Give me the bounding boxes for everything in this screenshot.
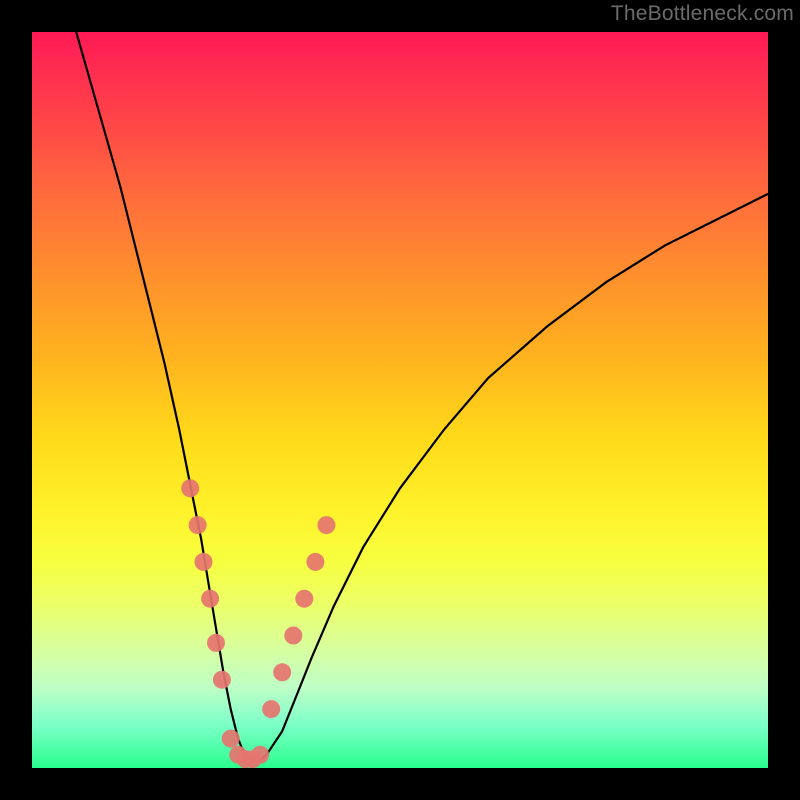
data-dot <box>213 671 231 689</box>
data-dot <box>181 479 199 497</box>
data-dot <box>262 700 280 718</box>
data-dot <box>251 746 269 764</box>
data-dot <box>284 627 302 645</box>
data-dot <box>201 590 219 608</box>
dots-valley <box>222 730 270 768</box>
data-dot <box>317 516 335 534</box>
data-dot <box>295 590 313 608</box>
data-dot <box>195 553 213 571</box>
chart-overlay <box>32 32 768 768</box>
watermark-text: TheBottleneck.com <box>611 2 794 26</box>
dots-left-branch <box>181 479 231 688</box>
data-dot <box>306 553 324 571</box>
bottleneck-curve <box>76 32 768 761</box>
data-dot <box>189 516 207 534</box>
data-dot <box>273 663 291 681</box>
data-dot <box>222 730 240 748</box>
data-dot <box>207 634 225 652</box>
chart-frame: TheBottleneck.com <box>0 0 800 800</box>
